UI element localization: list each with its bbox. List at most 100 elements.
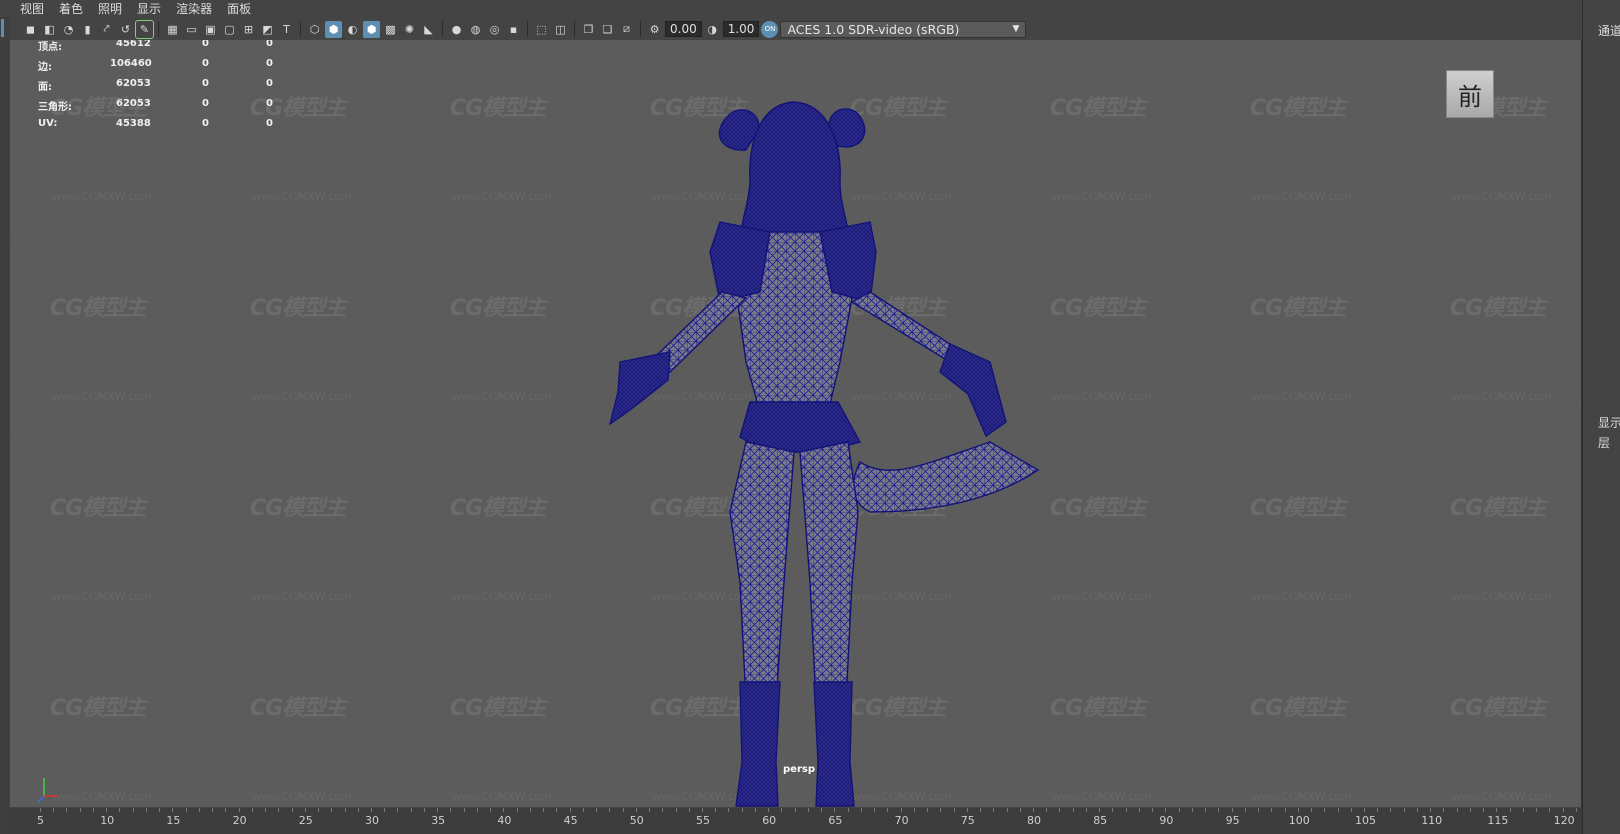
screen-space-ao-icon[interactable]: ● bbox=[448, 21, 465, 38]
chevron-down-icon: ▼ bbox=[1012, 24, 1020, 34]
timeline-tick bbox=[1377, 808, 1379, 812]
timeline-tick bbox=[1284, 808, 1286, 812]
timeline-tick bbox=[1191, 808, 1193, 812]
timeline-tick bbox=[609, 808, 611, 812]
timeline-tick bbox=[569, 808, 571, 812]
timeline-tick bbox=[304, 808, 306, 812]
watermark-url: www.CGMXW.com bbox=[1252, 390, 1352, 403]
channels-tab[interactable]: 通道 bbox=[1598, 22, 1620, 39]
view-cube[interactable]: 前 bbox=[1446, 70, 1494, 118]
depth-of-field-icon[interactable]: ▪ bbox=[505, 21, 522, 38]
wireframe-icon[interactable]: ⬡ bbox=[306, 21, 323, 38]
timeline-tick bbox=[1085, 808, 1087, 812]
xray-icon[interactable]: ◫ bbox=[552, 21, 569, 38]
timeline-tick bbox=[1549, 808, 1551, 812]
exposure-icon[interactable]: ⚙ bbox=[646, 21, 663, 38]
timeline-tick bbox=[1112, 808, 1114, 812]
xray-active-icon[interactable]: ❏ bbox=[599, 21, 616, 38]
default-material-icon[interactable]: ◐ bbox=[344, 21, 361, 38]
bookmark-icon[interactable]: ◔ bbox=[60, 21, 77, 38]
watermark-logo: CG模型主 bbox=[1250, 696, 1346, 721]
wireframe-character-model[interactable] bbox=[570, 62, 1090, 807]
grease-pencil-icon[interactable]: ✎ bbox=[135, 19, 154, 39]
layers-tab[interactable]: 层 bbox=[1598, 434, 1610, 451]
menu-shading[interactable]: 着色 bbox=[59, 0, 91, 17]
timeline-tick-label: 20 bbox=[232, 814, 247, 827]
timeline-tick bbox=[1469, 808, 1471, 812]
timeline-tick bbox=[225, 808, 227, 812]
film-gate-icon[interactable]: ▭ bbox=[183, 21, 200, 38]
timeline-tick bbox=[1244, 808, 1246, 812]
timeline-tick bbox=[1403, 808, 1405, 812]
gamma-icon[interactable]: ◑ bbox=[704, 21, 721, 38]
timeline-tick bbox=[40, 808, 41, 812]
timeline-tick bbox=[410, 808, 412, 812]
menu-panels[interactable]: 面板 bbox=[227, 0, 259, 17]
use-all-lights-icon[interactable]: ✺ bbox=[401, 21, 418, 38]
watermark-url: www.CGMXW.com bbox=[252, 190, 352, 203]
textured-icon[interactable]: ▩ bbox=[382, 21, 399, 38]
menu-view[interactable]: 视图 bbox=[20, 0, 52, 17]
gamma-field[interactable]: 1.00 bbox=[722, 21, 760, 37]
timeline-tick bbox=[1522, 808, 1524, 812]
2d-pan-icon[interactable]: ⤤ bbox=[98, 21, 115, 38]
watermark-logo: CG模型主 bbox=[250, 696, 346, 721]
timeline-tick-label: 95 bbox=[1225, 814, 1240, 827]
shadows-icon[interactable]: ◣ bbox=[420, 21, 437, 38]
timeline-tick bbox=[371, 808, 372, 812]
menu-lighting[interactable]: 照明 bbox=[98, 0, 130, 17]
backface-culling-icon[interactable]: ⧄ bbox=[618, 21, 635, 38]
motion-blur-icon[interactable]: ◍ bbox=[467, 21, 484, 38]
timeline-tick bbox=[132, 808, 134, 812]
camera-lock-icon[interactable]: ↺ bbox=[117, 21, 134, 38]
timeline-tick bbox=[1483, 808, 1485, 812]
hud-label: 顶点: bbox=[38, 42, 62, 53]
menu-renderer[interactable]: 渲染器 bbox=[176, 0, 220, 17]
safe-title-icon[interactable]: T bbox=[278, 21, 295, 38]
timeline-tick-label: 25 bbox=[298, 814, 313, 827]
watermark-logo: CG模型主 bbox=[250, 96, 346, 121]
image-plane-icon[interactable]: ▮ bbox=[79, 21, 96, 38]
exposure-field[interactable]: 0.00 bbox=[665, 21, 702, 37]
timeline-tick-label: 85 bbox=[1093, 814, 1108, 827]
camera-attributes-icon[interactable]: ◧ bbox=[41, 21, 58, 38]
resolution-gate-icon[interactable]: ▣ bbox=[202, 21, 219, 38]
wireframe-on-shaded-icon[interactable]: ⬢ bbox=[363, 20, 380, 38]
timeline-tick bbox=[821, 808, 823, 812]
isolate-select-icon[interactable]: ⬚ bbox=[533, 21, 550, 38]
menu-show[interactable]: 显示 bbox=[137, 0, 169, 17]
timeline-tick-label: 5 bbox=[37, 814, 44, 827]
multisample-aa-icon[interactable]: ◎ bbox=[486, 21, 503, 38]
hud-selected-uv: 0 bbox=[266, 98, 273, 109]
timeline-tick bbox=[966, 808, 968, 812]
timeline-tick bbox=[503, 808, 505, 812]
timeline-tick bbox=[1046, 808, 1048, 812]
timeline-tick-label: 50 bbox=[629, 814, 644, 827]
timeline-tick-label: 90 bbox=[1159, 814, 1174, 827]
panel-toolbar: ◼ ◧ ◔ ▮ ⤤ ↺ ✎ ▦ ▭ ▣ ▢ ⊞ ◩ T ⬡ ⬢ ◐ ⬢ ▩ ✺ … bbox=[10, 18, 1582, 40]
watermark-logo: CG模型主 bbox=[450, 96, 546, 121]
xray-joints-icon[interactable]: ❐ bbox=[580, 21, 597, 38]
timeline-tick bbox=[384, 808, 386, 812]
timeline-tick bbox=[702, 808, 703, 812]
camera-select-icon[interactable]: ◼ bbox=[22, 21, 39, 38]
color-space-dropdown[interactable]: ACES 1.0 SDR-video (sRGB) ▼ bbox=[780, 20, 1027, 38]
3d-viewport[interactable]: CG模型主 CG模型主 CG模型主 CG模型主 www.CGMXW.com www.CGM… bbox=[10, 40, 1582, 807]
grid-icon[interactable]: ▦ bbox=[164, 21, 181, 38]
timeline-tick bbox=[145, 808, 147, 812]
safe-action-icon[interactable]: ◩ bbox=[259, 21, 276, 38]
smooth-shade-icon[interactable]: ⬢ bbox=[325, 20, 342, 38]
timeline-tick bbox=[1297, 808, 1299, 812]
time-slider[interactable]: 5 10 15 20 25 30 35 40 45 50 55 60 65 70 75 80 85 90 95 100… bbox=[10, 808, 1617, 834]
watermark-logo: CG模型主 bbox=[450, 496, 546, 521]
timeline-tick bbox=[953, 808, 955, 812]
gate-mask-icon[interactable]: ▢ bbox=[221, 21, 238, 38]
timeline-tick bbox=[741, 808, 743, 812]
timeline-tick bbox=[1416, 808, 1418, 812]
display-tab[interactable]: 显示 bbox=[1598, 414, 1620, 431]
timeline-tick bbox=[1258, 808, 1260, 812]
color-management-icon[interactable]: ON bbox=[761, 20, 779, 38]
watermark-url: www.CGMXW.com bbox=[52, 390, 152, 403]
field-chart-icon[interactable]: ⊞ bbox=[240, 21, 257, 38]
axis-gizmo-icon bbox=[37, 778, 58, 803]
